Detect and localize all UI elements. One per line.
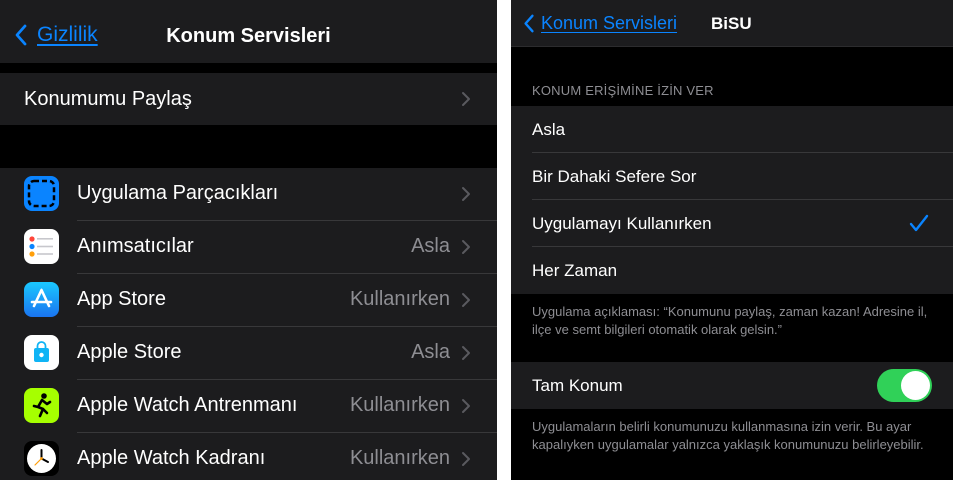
option-never[interactable]: Asla: [511, 106, 953, 153]
location-access-options: Asla Bir Dahaki Sefere Sor Uygulamayı Ku…: [511, 106, 953, 294]
precise-location-label: Tam Konum: [532, 376, 623, 395]
location-services-screen: Gizlilik Konum Servisleri Konumumu Payla…: [0, 0, 497, 480]
chevron-right-icon: [462, 452, 470, 466]
option-label: Bir Dahaki Sefere Sor: [532, 167, 697, 186]
app-name: Apple Watch Kadranı: [77, 447, 266, 469]
app-row-reminders[interactable]: Anımsatıcılar Asla: [0, 221, 497, 274]
watch-face-icon: [24, 441, 59, 476]
app-location-settings-screen: Konum Servisleri BiSU KONUM ERİŞİMİNE İZ…: [511, 0, 953, 480]
checkmark-icon: [909, 214, 929, 232]
app-row-apple-store[interactable]: Apple Store Asla: [0, 327, 497, 380]
back-button[interactable]: Konum Servisleri: [523, 13, 677, 34]
chevron-right-icon: [462, 92, 470, 106]
app-permission: Asla: [411, 235, 450, 257]
app-name: Uygulama Parçacıkları: [77, 182, 279, 204]
back-label: Konum Servisleri: [541, 13, 678, 33]
nav-bar: Gizlilik Konum Servisleri: [0, 0, 497, 63]
page-title: BiSU: [711, 14, 752, 33]
toggle-knob: [901, 371, 930, 400]
option-ask-next-time[interactable]: Bir Dahaki Sefere Sor: [511, 153, 953, 200]
app-row-app-clips[interactable]: Uygulama Parçacıkları: [0, 168, 497, 221]
app-row-app-store[interactable]: App Store Kullanırken: [0, 274, 497, 327]
chevron-right-icon: [462, 187, 470, 201]
app-name: Apple Store: [77, 341, 182, 363]
precise-location-toggle[interactable]: [877, 369, 932, 402]
precise-location-note: Uygulamaların belirli konumunuzu kullanm…: [532, 419, 924, 452]
reminders-icon: [24, 229, 59, 264]
option-always[interactable]: Her Zaman: [511, 247, 953, 294]
app-permission: Asla: [411, 341, 450, 363]
chevron-left-icon: [524, 14, 534, 33]
share-my-location-row[interactable]: Konumumu Paylaş: [0, 73, 497, 125]
precise-location-row: Tam Konum: [511, 362, 953, 409]
app-name: Apple Watch Antrenmanı: [77, 394, 298, 416]
app-list: Uygulama Parçacıkları Anımsatıcılar Asla…: [0, 168, 497, 480]
chevron-right-icon: [462, 346, 470, 360]
app-name: App Store: [77, 288, 166, 310]
option-while-using[interactable]: Uygulamayı Kullanırken: [511, 200, 953, 247]
option-label: Uygulamayı Kullanırken: [532, 214, 712, 233]
app-permission: Kullanırken: [349, 288, 450, 310]
chevron-right-icon: [462, 240, 470, 254]
app-clips-icon: [24, 176, 59, 211]
app-row-workout[interactable]: Apple Watch Antrenmanı Kullanırken: [0, 380, 497, 433]
share-my-location-label: Konumumu Paylaş: [24, 88, 192, 110]
app-description-note: Uygulama açıklaması: “Konumunu paylaş, z…: [532, 304, 928, 337]
chevron-right-icon: [462, 293, 470, 307]
app-store-icon: [24, 282, 59, 317]
section-header: KONUM ERİŞİMİNE İZİN VER: [532, 83, 714, 98]
app-name: Anımsatıcılar: [77, 235, 194, 257]
app-permission: Kullanırken: [349, 394, 450, 416]
option-label: Her Zaman: [532, 261, 618, 280]
nav-bar: Konum Servisleri BiSU: [511, 0, 953, 47]
app-row-watch-face[interactable]: Apple Watch Kadranı Kullanırken: [0, 433, 497, 480]
workout-icon: [24, 388, 59, 423]
apple-store-icon: [24, 335, 59, 370]
page-title: Konum Servisleri: [166, 25, 331, 47]
app-permission: Kullanırken: [349, 447, 450, 469]
option-label: Asla: [532, 120, 566, 139]
nav-divider: [511, 46, 953, 47]
chevron-right-icon: [462, 399, 470, 413]
